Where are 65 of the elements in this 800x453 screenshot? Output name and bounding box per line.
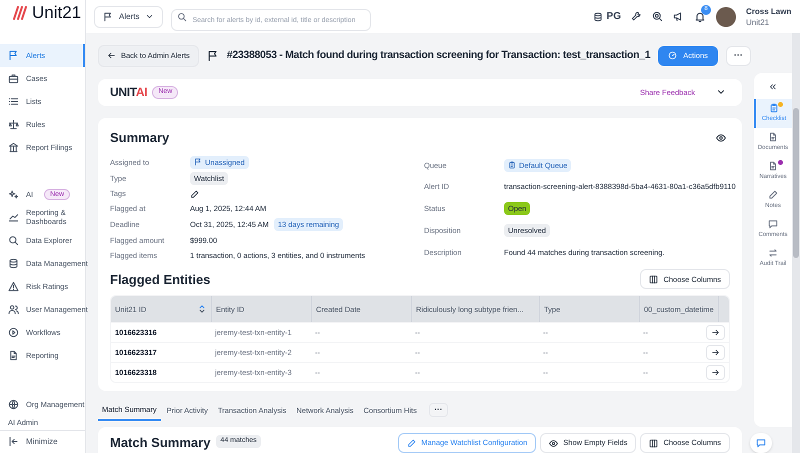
avatar[interactable] <box>716 6 736 26</box>
pencil-icon <box>407 438 416 448</box>
chart-icon <box>8 212 19 223</box>
open-row-button[interactable] <box>706 345 725 360</box>
megaphone-icon <box>673 11 684 22</box>
arrow-right-icon <box>711 368 720 378</box>
help-chat-button[interactable] <box>750 433 772 453</box>
brand-name: Unit21 <box>32 2 82 24</box>
more-button[interactable]: ··· <box>726 46 751 66</box>
search-icon <box>8 234 19 246</box>
logo-stripes-icon <box>12 4 28 21</box>
pencil-icon[interactable] <box>190 190 199 199</box>
flag-icon <box>206 50 219 62</box>
assign-flag-icon <box>194 158 202 166</box>
comment-icon <box>768 219 778 229</box>
open-row-button[interactable] <box>706 365 725 380</box>
bank-icon <box>8 142 19 153</box>
document-icon <box>768 161 778 171</box>
clipboard-icon <box>508 161 516 170</box>
columns-icon <box>649 274 658 284</box>
arrow-right-icon <box>711 328 720 338</box>
section-title: Summary <box>110 129 170 148</box>
play-icon <box>8 326 19 338</box>
user-name: Cross Lawn <box>746 6 792 16</box>
section-title: Match Summary <box>110 434 210 452</box>
arrow-left-icon <box>107 51 116 60</box>
gauge-icon <box>668 51 678 60</box>
org-code: PG <box>606 10 621 24</box>
database-icon <box>8 258 19 269</box>
wrench-icon <box>631 11 642 22</box>
scope-dropdown[interactable]: Alerts <box>94 6 164 28</box>
chevron-down-icon <box>145 12 154 21</box>
users-icon <box>8 304 19 315</box>
collapse-panel-button[interactable]: « <box>754 73 792 99</box>
sparkle-icon <box>8 188 19 200</box>
chat-icon <box>756 438 766 448</box>
swap-arrows-icon <box>768 248 778 258</box>
flag-icon <box>103 12 113 22</box>
open-row-button[interactable] <box>706 325 725 340</box>
alert-title: #23388053 - Match found during transaction screening for Transaction: test_transaction_1 <box>226 48 650 63</box>
document-icon <box>768 132 778 142</box>
unit-ai-logo: UNITAI <box>110 84 148 102</box>
warning-icon <box>8 280 19 292</box>
target-search-icon <box>652 11 663 22</box>
flag-icon <box>8 50 19 61</box>
scale-icon <box>8 118 19 130</box>
bell-icon <box>694 10 706 22</box>
columns-icon <box>649 438 658 448</box>
minimize-button[interactable]: Minimize <box>0 430 85 453</box>
section-title: Flagged Entities <box>110 270 210 289</box>
eye-icon <box>716 132 726 143</box>
user-org: Unit21 <box>746 16 770 28</box>
list-icon <box>8 96 19 107</box>
arrow-right-icon <box>711 348 720 358</box>
briefcase-icon <box>8 72 19 84</box>
globe-icon <box>8 398 19 410</box>
pencil-icon <box>768 190 778 200</box>
database-icon <box>592 12 603 22</box>
scrollbar-thumb[interactable] <box>793 108 799 258</box>
search-icon <box>177 12 188 22</box>
more-tabs-button[interactable]: ··· <box>428 403 448 418</box>
document-icon <box>8 350 19 361</box>
clipboard-icon <box>769 103 779 113</box>
collapse-icon <box>8 436 19 448</box>
eye-icon <box>549 438 558 448</box>
